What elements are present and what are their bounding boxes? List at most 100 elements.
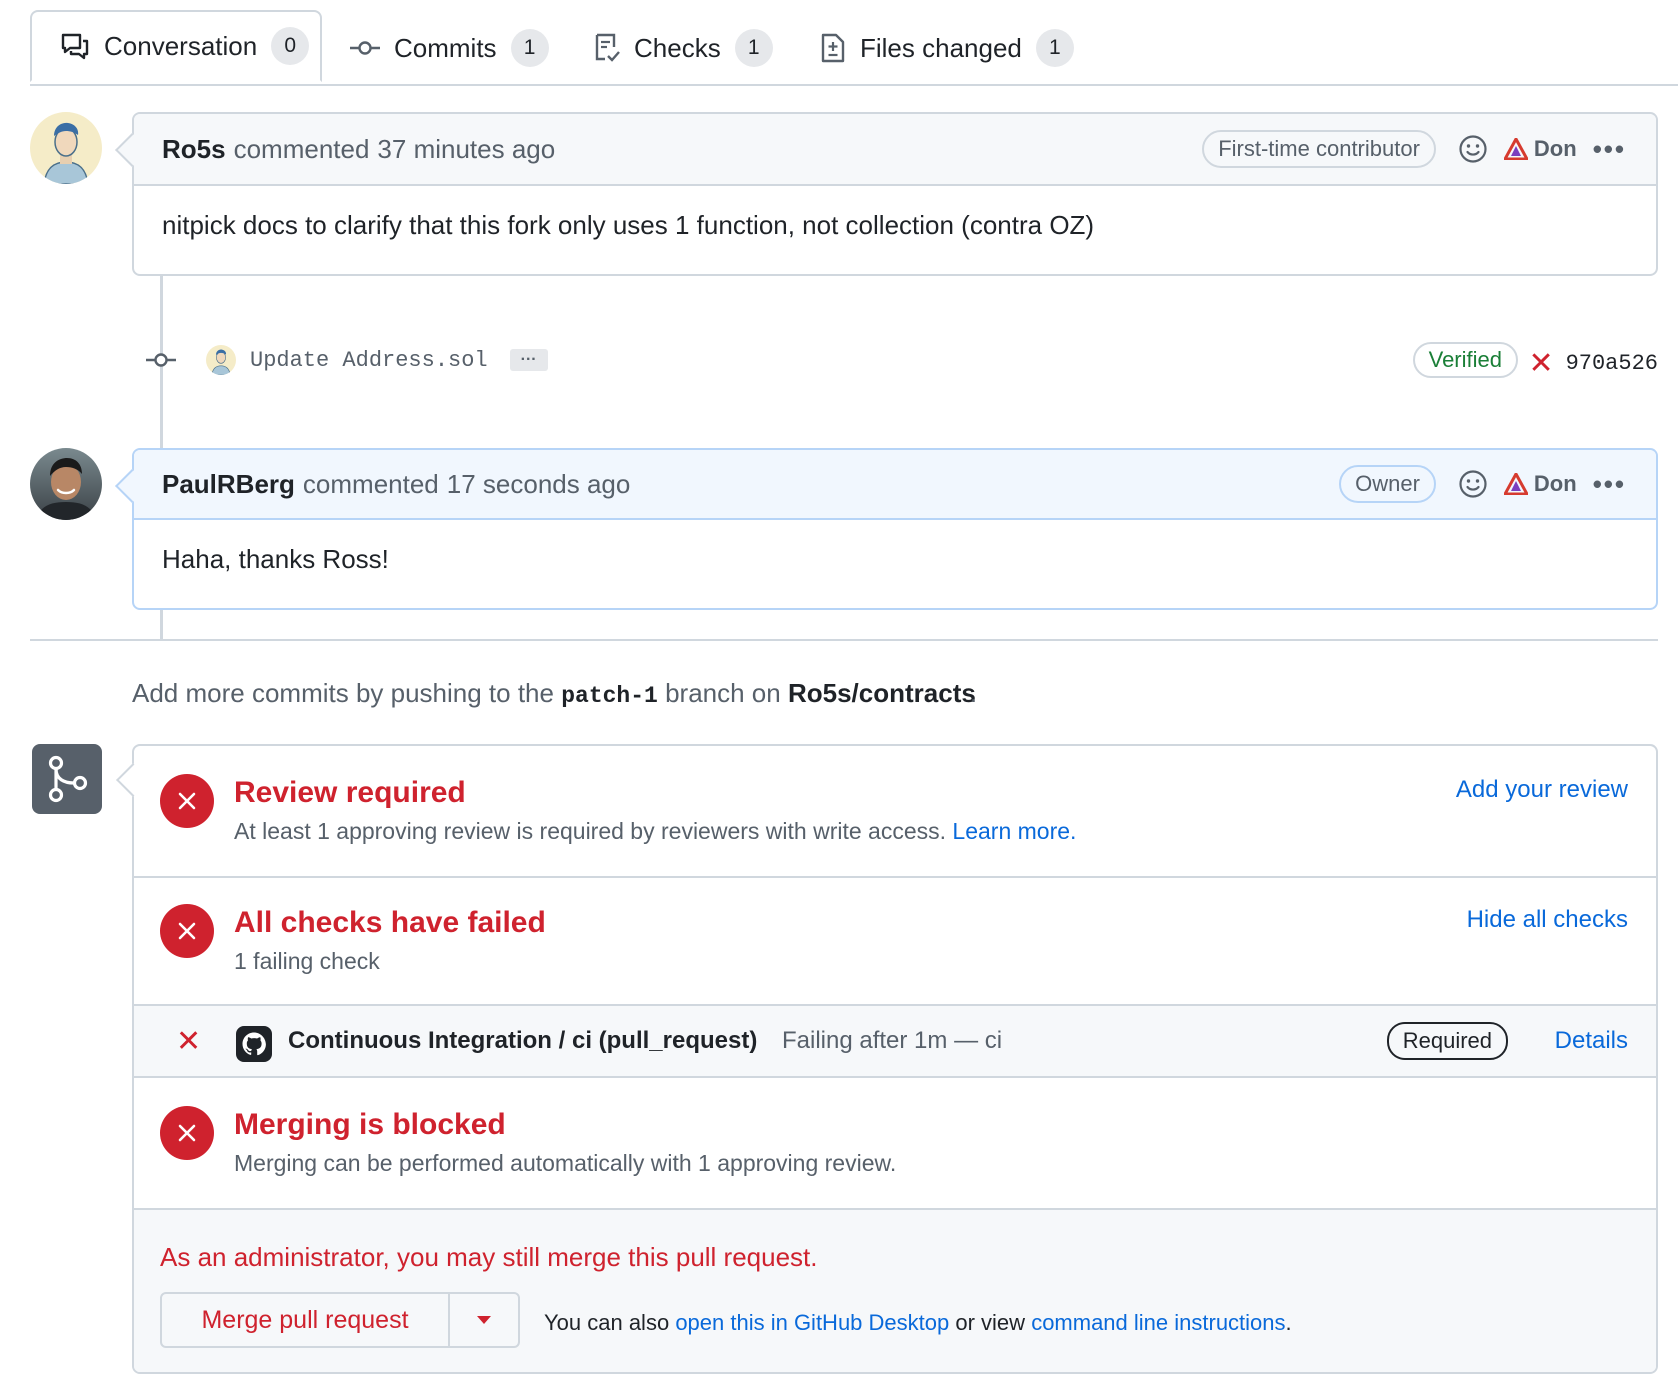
review-required-section: Review required At least 1 approving rev… bbox=[134, 746, 1656, 878]
tab-conversation-count: 0 bbox=[271, 27, 310, 65]
don-label: Don bbox=[1533, 136, 1577, 161]
required-badge: Required bbox=[1386, 1022, 1508, 1060]
triangle-down-icon bbox=[477, 1316, 491, 1324]
checklist-icon bbox=[595, 33, 620, 62]
review-required-title: Review required bbox=[234, 776, 466, 809]
comment-body: Haha, thanks Ross! bbox=[162, 544, 389, 574]
review-required-subtitle: At least 1 approving review is required … bbox=[234, 818, 1076, 845]
check-details-link[interactable]: Details bbox=[1555, 1027, 1628, 1055]
comment-header-actions: Owner Don ••• bbox=[1339, 450, 1626, 518]
commit-sha-link[interactable]: 970a526 bbox=[1566, 351, 1658, 376]
push-hint-suffix: . bbox=[969, 678, 978, 708]
check-item-row: ✕ Continuous Integration / ci (pull_requ… bbox=[134, 1004, 1656, 1078]
tab-checks-count: 1 bbox=[734, 29, 773, 67]
verified-badge[interactable]: Verified bbox=[1412, 342, 1518, 378]
avatar-ro5s[interactable] bbox=[30, 112, 102, 184]
checks-failed-section: All checks have failed 1 failing check H… bbox=[134, 878, 1656, 1006]
comment-body: nitpick docs to clarify that this fork o… bbox=[162, 210, 1095, 240]
avatar-paulrberg[interactable] bbox=[30, 448, 102, 520]
first-time-contributor-badge: First-time contributor bbox=[1202, 130, 1436, 168]
tab-files-changed[interactable]: Files changed 1 bbox=[820, 12, 1074, 84]
merge-pull-request-button[interactable]: Merge pull request bbox=[162, 1294, 450, 1346]
comment-paulrberg: PaulRBerg commented 17 seconds ago Owner… bbox=[115, 448, 1658, 610]
also-prefix: You can also bbox=[544, 1310, 670, 1335]
push-hint-middle: branch on bbox=[665, 678, 781, 708]
x-circle-icon bbox=[160, 904, 214, 958]
comment-ro5s: Ro5s commented 37 minutes ago First-time… bbox=[115, 112, 1658, 276]
commit-message-link[interactable]: Update Address.sol bbox=[250, 348, 488, 373]
merging-blocked-title: Merging is blocked bbox=[234, 1108, 506, 1141]
file-diff-icon bbox=[821, 33, 845, 63]
kebab-menu-icon[interactable]: ••• bbox=[1593, 134, 1626, 165]
tab-conversation[interactable]: Conversation 0 bbox=[30, 10, 322, 82]
branch-name: patch-1 bbox=[561, 683, 658, 709]
merge-options-dropdown[interactable] bbox=[450, 1294, 518, 1346]
commit-sha: ✕ 970a526 bbox=[1528, 346, 1658, 381]
comment-action: commented bbox=[233, 133, 370, 164]
avatar-illustration bbox=[30, 112, 102, 184]
also-suffix: . bbox=[1285, 1310, 1292, 1335]
git-commit-icon bbox=[350, 41, 380, 55]
x-circle-icon bbox=[160, 1106, 214, 1160]
failed-status-icon[interactable]: ✕ bbox=[1528, 346, 1553, 381]
commit-row: Update Address.sol ··· Verified ✕ 970a52… bbox=[146, 340, 1658, 381]
kebab-menu-icon[interactable]: ••• bbox=[1593, 469, 1626, 500]
triangle-logo-icon bbox=[1503, 138, 1528, 160]
comment-timestamp[interactable]: 17 seconds ago bbox=[447, 469, 631, 500]
don-extension-button[interactable]: Don bbox=[1503, 136, 1577, 162]
merge-button-group: Merge pull request bbox=[160, 1292, 520, 1348]
tab-conversation-label: Conversation bbox=[104, 30, 258, 61]
git-commit-icon bbox=[146, 353, 176, 367]
push-hint: Add more commits by pushing to the patch… bbox=[132, 678, 977, 709]
commit-author-avatar[interactable] bbox=[206, 345, 236, 375]
expand-commit-button[interactable]: ··· bbox=[509, 349, 548, 371]
admin-notice: As an administrator, you may still merge… bbox=[160, 1242, 818, 1272]
smiley-icon[interactable] bbox=[1458, 134, 1488, 164]
hide-all-checks-link[interactable]: Hide all checks bbox=[1467, 906, 1628, 934]
check-name: Continuous Integration / ci (pull_reques… bbox=[288, 1027, 758, 1054]
x-circle-icon bbox=[160, 774, 214, 828]
comment-timestamp[interactable]: 37 minutes ago bbox=[377, 134, 555, 165]
triangle-logo-icon bbox=[1503, 473, 1528, 495]
tab-checks-label: Checks bbox=[634, 32, 721, 63]
comment-header-actions: First-time contributor Don ••• bbox=[1202, 114, 1626, 184]
don-extension-button[interactable]: Don bbox=[1503, 471, 1577, 497]
check-description: Failing after 1m — ci bbox=[782, 1027, 1003, 1054]
command-line-instructions-link[interactable]: command line instructions bbox=[1031, 1310, 1285, 1335]
pr-tab-bar: Conversation 0 Commits 1 Checks 1 Files … bbox=[30, 10, 1678, 86]
review-required-text: At least 1 approving review is required … bbox=[234, 818, 947, 844]
tab-files-changed-label: Files changed bbox=[860, 32, 1022, 63]
add-your-review-link[interactable]: Add your review bbox=[1456, 776, 1628, 804]
merging-blocked-section: Merging is blocked Merging can be perfor… bbox=[134, 1078, 1656, 1210]
comment-header: Ro5s commented 37 minutes ago First-time… bbox=[134, 114, 1656, 186]
git-merge-icon bbox=[32, 744, 102, 814]
failed-status-icon: ✕ bbox=[176, 1023, 202, 1059]
comment-action: commented bbox=[302, 468, 439, 499]
tab-commits-count: 1 bbox=[510, 29, 549, 67]
admin-merge-section: As an administrator, you may still merge… bbox=[134, 1210, 1656, 1372]
checks-failed-title: All checks have failed bbox=[234, 906, 546, 939]
checks-failed-subtitle: 1 failing check bbox=[234, 948, 380, 974]
tab-files-changed-count: 1 bbox=[1035, 29, 1074, 67]
open-github-desktop-link[interactable]: open this in GitHub Desktop bbox=[675, 1310, 949, 1335]
learn-more-link[interactable]: Learn more. bbox=[952, 818, 1076, 844]
merge-box: Review required At least 1 approving rev… bbox=[116, 744, 1658, 1374]
tab-commits-label: Commits bbox=[394, 32, 497, 63]
merging-blocked-subtitle: Merging can be performed automatically w… bbox=[234, 1150, 897, 1176]
github-logo-icon bbox=[236, 1026, 272, 1062]
comment-discussion-icon bbox=[61, 33, 89, 60]
repo-name: Ro5s/contracts bbox=[787, 678, 976, 708]
owner-badge: Owner bbox=[1339, 465, 1436, 503]
don-label: Don bbox=[1533, 471, 1577, 496]
timeline-line bbox=[160, 608, 163, 640]
comment-header: PaulRBerg commented 17 seconds ago Owner… bbox=[134, 450, 1656, 520]
comment-author[interactable]: Ro5s bbox=[162, 134, 226, 165]
push-hint-prefix: Add more commits by pushing to the bbox=[132, 678, 554, 708]
tab-commits[interactable]: Commits 1 bbox=[350, 12, 549, 84]
avatar-illustration bbox=[206, 345, 236, 375]
comment-author[interactable]: PaulRBerg bbox=[162, 469, 295, 500]
tab-checks[interactable]: Checks 1 bbox=[594, 12, 773, 84]
timeline-divider bbox=[30, 639, 1658, 641]
or-view-text: or view bbox=[955, 1310, 1026, 1335]
smiley-icon[interactable] bbox=[1458, 469, 1488, 499]
